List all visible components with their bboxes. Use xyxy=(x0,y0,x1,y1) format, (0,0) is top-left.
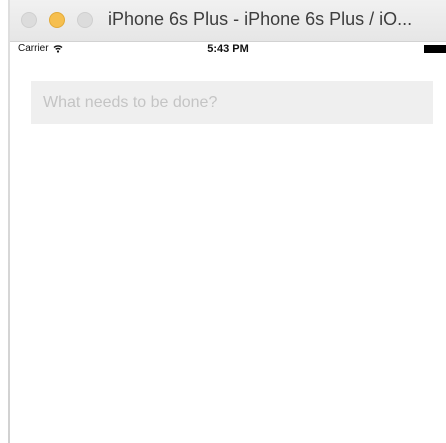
new-todo-input[interactable] xyxy=(31,81,433,124)
status-bar: Carrier 5:43 PM xyxy=(10,42,446,58)
app-content xyxy=(10,58,446,443)
minimize-button[interactable] xyxy=(49,12,65,28)
title-bar[interactable]: iPhone 6s Plus - iPhone 6s Plus / iO... xyxy=(10,0,446,42)
simulator-window: iPhone 6s Plus - iPhone 6s Plus / iO... … xyxy=(0,0,446,443)
window-title: iPhone 6s Plus - iPhone 6s Plus / iO... xyxy=(108,9,413,29)
zoom-button[interactable] xyxy=(77,12,93,28)
battery-icon xyxy=(424,45,446,53)
close-button[interactable] xyxy=(21,12,37,28)
status-time: 5:43 PM xyxy=(207,43,249,55)
